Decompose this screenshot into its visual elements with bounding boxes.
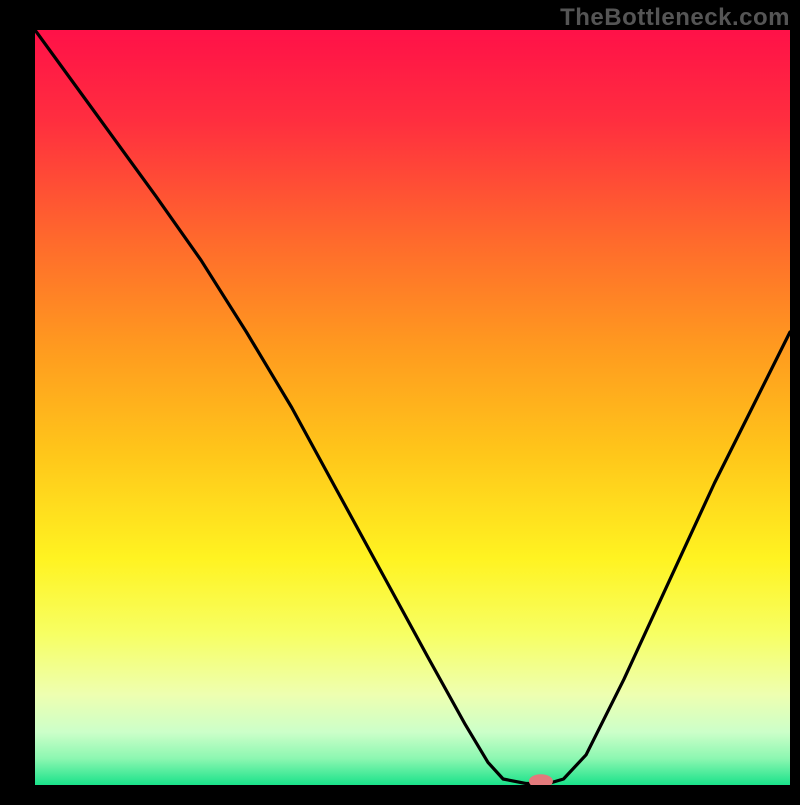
chart-background [35,30,790,785]
chart-svg-container [0,0,800,805]
chart-svg [0,0,800,800]
optimum-marker [529,774,553,788]
watermark-text: TheBottleneck.com [560,4,790,32]
chart-frame: TheBottleneck.com [0,0,800,800]
